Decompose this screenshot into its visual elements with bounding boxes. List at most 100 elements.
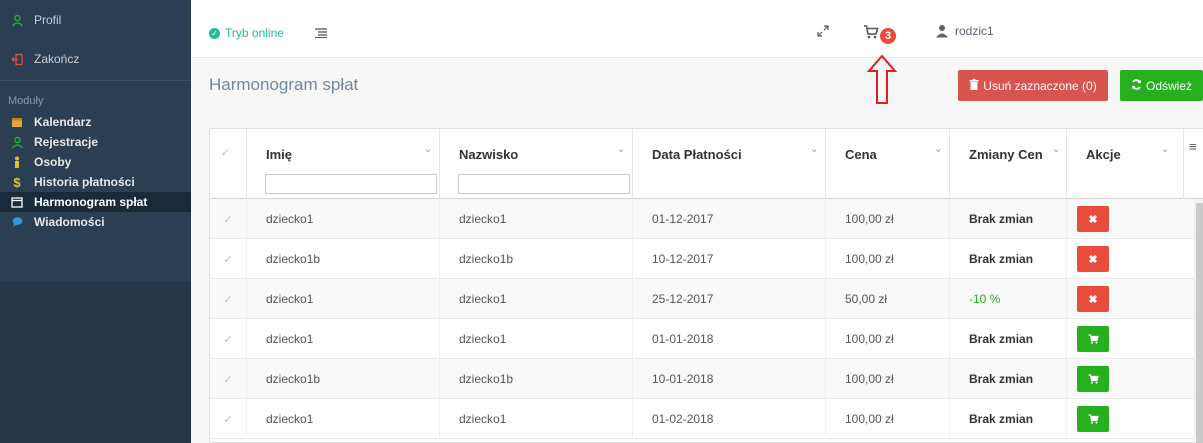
sidebar-item-label: Rejestracje (34, 135, 99, 149)
sidebar-item-label: Zakończ (34, 52, 80, 66)
add-to-cart-button[interactable] (1077, 366, 1109, 392)
table-header: ✓ Imię ⌄ Nazwisko ⌄ Data Płatności ⌄ Cen… (210, 129, 1203, 199)
column-header-label: Zmiany Cen (969, 147, 1043, 162)
cell-imie: dziecko1 (247, 279, 440, 319)
column-nazwisko[interactable]: Nazwisko ⌄ (440, 129, 633, 199)
online-status: ✓ Tryb online (209, 26, 284, 40)
imie-filter-input[interactable] (265, 174, 437, 194)
row-select[interactable]: ✓ (210, 239, 247, 279)
table-row[interactable]: ✓ dziecko1 dziecko1 01-02-2018 100,00 zł… (210, 399, 1195, 439)
cell-nazwisko: dziecko1b (440, 359, 633, 399)
table-row[interactable]: ✓ dziecko1 dziecko1 25-12-2017 50,00 zł … (210, 279, 1195, 319)
chevron-down-icon[interactable]: ⌄ (934, 144, 942, 155)
chevron-down-icon[interactable]: ⌄ (810, 144, 818, 155)
column-data-platnosci[interactable]: Data Płatności ⌄ (633, 129, 826, 199)
cell-nazwisko: dziecko1 (440, 399, 633, 439)
row-select[interactable]: ✓ (210, 319, 247, 359)
cart-icon (1088, 374, 1099, 384)
cell-imie: dziecko1 (247, 199, 440, 239)
chevron-down-icon[interactable]: ⌄ (1161, 144, 1169, 155)
sidebar-item-rejestracje[interactable]: Rejestracje (0, 132, 191, 152)
check-circle-icon: ✓ (209, 27, 220, 39)
cell-zmiany: Brak zmian (950, 359, 1067, 399)
delete-selected-button[interactable]: Usuń zaznaczone (0) (958, 70, 1108, 101)
delete-row-button[interactable]: ✖ (1077, 286, 1109, 312)
grid-menu-icon[interactable]: ≡ (1189, 139, 1197, 154)
sidebar-item-profil[interactable]: Profil (0, 10, 191, 30)
cell-imie: dziecko1b (247, 239, 440, 279)
check-icon: ✓ (223, 373, 233, 386)
menu-toggle-icon[interactable] (315, 26, 327, 41)
cell-akcje (1067, 359, 1195, 399)
close-icon: ✖ (1088, 253, 1098, 266)
check-icon: ✓ (223, 213, 233, 226)
column-cena[interactable]: Cena ⌄ (826, 129, 950, 199)
user-icon (0, 136, 34, 149)
user-icon (0, 14, 34, 27)
column-header-label: Imię (266, 147, 293, 162)
row-select[interactable]: ✓ (210, 279, 247, 319)
user-avatar-icon (936, 25, 948, 38)
payments-table: ✓ Imię ⌄ Nazwisko ⌄ Data Płatności ⌄ Cen… (209, 128, 1203, 443)
user-menu[interactable]: rodzic1 (935, 24, 994, 38)
cart-icon[interactable] (863, 25, 879, 42)
online-status-label: Tryb online (225, 26, 284, 40)
row-select[interactable]: ✓ (210, 359, 247, 399)
check-icon: ✓ (223, 333, 233, 346)
column-header-label: Data Płatności (652, 147, 742, 162)
calendar-icon (0, 116, 34, 128)
row-select[interactable]: ✓ (210, 199, 247, 239)
table-row[interactable]: ✓ dziecko1b dziecko1b 10-01-2018 100,00 … (210, 359, 1195, 399)
chat-icon (0, 216, 34, 228)
sidebar-item-kalendarz[interactable]: Kalendarz (0, 112, 191, 132)
sidebar-item-label: Harmonogram spłat (34, 195, 148, 209)
modules-heading: Moduły (8, 95, 44, 107)
chevron-down-icon[interactable]: ⌄ (1052, 144, 1060, 155)
check-icon: ✓ (221, 147, 231, 159)
cell-cena: 100,00 zł (826, 399, 950, 439)
cell-nazwisko: dziecko1b (440, 239, 633, 279)
refresh-label: Odśwież (1145, 78, 1192, 93)
cell-data: 25-12-2017 (633, 279, 826, 319)
delete-row-button[interactable]: ✖ (1077, 206, 1109, 232)
column-akcje[interactable]: Akcje ⌄ (1067, 129, 1184, 199)
sidebar-item-zakoncz[interactable]: Zakończ (0, 49, 191, 69)
nazwisko-filter-input[interactable] (458, 174, 630, 194)
cell-akcje (1067, 319, 1195, 359)
add-to-cart-button[interactable] (1077, 326, 1109, 352)
table-row[interactable]: ✓ dziecko1b dziecko1b 10-12-2017 100,00 … (210, 239, 1195, 279)
cell-data: 01-02-2018 (633, 399, 826, 439)
column-imie[interactable]: Imię ⌄ (247, 129, 440, 199)
cart-icon (1088, 334, 1099, 344)
cell-zmiany: Brak zmian (950, 399, 1067, 439)
chevron-down-icon[interactable]: ⌄ (617, 144, 625, 155)
cell-nazwisko: dziecko1 (440, 199, 633, 239)
table-scrollbar[interactable] (1195, 199, 1203, 443)
column-zmiany-cen[interactable]: Zmiany Cen ⌄ (950, 129, 1067, 199)
row-select[interactable]: ✓ (210, 399, 247, 439)
refresh-icon (1131, 78, 1142, 93)
refresh-button[interactable]: Odśwież (1120, 70, 1203, 101)
delete-row-button[interactable]: ✖ (1077, 246, 1109, 272)
select-all-column[interactable]: ✓ (210, 129, 247, 199)
scrollbar-thumb[interactable] (1196, 203, 1203, 443)
fullscreen-icon[interactable] (817, 25, 829, 40)
cell-cena: 100,00 zł (826, 199, 950, 239)
add-to-cart-button[interactable] (1077, 406, 1109, 432)
sidebar: Profil Zakończ Moduły Kalendarz Rejestra… (0, 0, 191, 443)
cell-cena: 100,00 zł (826, 319, 950, 359)
sidebar-item-historia[interactable]: $ Historia płatności (0, 172, 191, 192)
sidebar-item-wiadomosci[interactable]: Wiadomości (0, 212, 191, 232)
sidebar-item-osoby[interactable]: Osoby (0, 152, 191, 172)
check-icon: ✓ (223, 293, 233, 306)
cell-nazwisko: dziecko1 (440, 319, 633, 359)
cell-akcje: ✖ (1067, 199, 1195, 239)
chevron-down-icon[interactable]: ⌄ (424, 144, 432, 155)
cart-count-badge[interactable]: 3 (880, 28, 896, 44)
table-row[interactable]: ✓ dziecko1 dziecko1 01-12-2017 100,00 zł… (210, 199, 1195, 239)
cell-cena: 100,00 zł (826, 239, 950, 279)
cell-data: 01-12-2017 (633, 199, 826, 239)
sidebar-item-harmonogram[interactable]: Harmonogram spłat (0, 192, 191, 212)
table-row[interactable]: ✓ dziecko1 dziecko1 01-01-2018 100,00 zł… (210, 319, 1195, 359)
logout-icon (0, 53, 34, 66)
